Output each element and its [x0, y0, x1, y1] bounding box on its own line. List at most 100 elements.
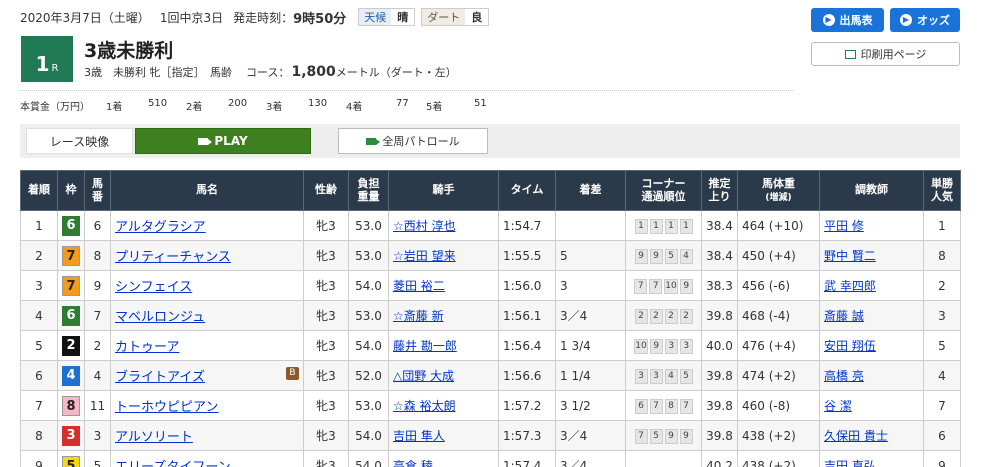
weight-cell: 53.0: [348, 210, 389, 241]
horse-link[interactable]: アルソリート: [115, 430, 193, 445]
start-label: 発走時刻：: [233, 10, 294, 25]
horse-number-cell: 5: [84, 450, 111, 467]
start-time: 9時50分: [293, 11, 347, 27]
body-weight: 468: [742, 308, 765, 323]
weight-cell: 53.0: [348, 390, 389, 421]
horse-number-cell: 2: [84, 330, 111, 361]
col-jockey: 騎手: [388, 170, 499, 211]
trainer-link[interactable]: 谷 潔: [824, 399, 852, 413]
race-date: 2020年3月7日（土曜）: [20, 10, 150, 25]
horse-link[interactable]: アルタグラシア: [115, 220, 206, 235]
corner-position: 3: [634, 369, 648, 384]
horse-link[interactable]: シンフェイス: [115, 280, 192, 295]
time-cell: 1:56.1: [498, 300, 556, 331]
time-cell: 1:57.4: [498, 450, 556, 467]
col-horse-name: 馬名: [110, 170, 304, 211]
jockey-link[interactable]: ☆斎藤 新: [393, 309, 444, 323]
print-button[interactable]: 印刷用ページ: [811, 42, 960, 66]
corner-position: 2: [679, 309, 693, 324]
corner-position: 1: [679, 219, 693, 234]
waku-badge: 2: [62, 335, 80, 356]
odds-button[interactable]: ▶ オッズ: [890, 8, 960, 32]
jockey-cell: 吉田 隼人: [388, 420, 499, 451]
sex-age-cell: 牝3: [303, 240, 349, 271]
body-weight-cell: 474 (+2): [737, 360, 820, 391]
body-weight-cell: 450 (+4): [737, 240, 820, 271]
horse-link[interactable]: ブライトアイズ: [115, 370, 205, 385]
corner-position: 2: [634, 309, 648, 324]
body-weight: 438: [742, 428, 765, 443]
printer-icon: [844, 49, 856, 59]
body-weight-cell: 464 (+10): [737, 210, 820, 241]
body-weight-cell: 438 (+2): [737, 420, 820, 451]
trainer-link[interactable]: 高橋 亮: [824, 369, 864, 383]
corner-position: 5: [679, 369, 693, 384]
trainer-link[interactable]: 斎藤 誠: [824, 309, 864, 323]
corner-position: 10: [664, 279, 678, 294]
table-row: 3 7 9 シンフェイス 牝3 54.0 菱田 裕二 1:56.0 3 7 7 10 9 38.3 456 …: [20, 270, 961, 301]
jockey-link[interactable]: ☆森 裕太朗: [393, 399, 456, 413]
prize-rank: 5着: [426, 102, 443, 113]
course-label: コース：: [246, 66, 290, 79]
prize-rank: 2着: [186, 102, 203, 113]
time-cell: 1:55.5: [498, 240, 556, 271]
weight-cell: 54.0: [348, 330, 389, 361]
horse-link[interactable]: カトゥーア: [115, 340, 179, 355]
waku-badge: 6: [62, 305, 80, 326]
body-weight: 450: [742, 248, 765, 263]
trainer-link[interactable]: 武 幸四郎: [824, 279, 876, 293]
jockey-link[interactable]: 吉田 隼人: [393, 429, 445, 443]
weather-box: 天候 晴: [358, 8, 416, 26]
jockey-link[interactable]: ☆西村 淳也: [393, 219, 456, 233]
play-button[interactable]: PLAY: [135, 128, 311, 154]
jockey-cell: ☆斎藤 新: [388, 300, 499, 331]
corner-positions: 7599: [634, 429, 693, 444]
video-camera-icon: [366, 137, 381, 145]
trainer-link[interactable]: 吉田 直弘: [824, 459, 876, 467]
body-weight-diff: (+2): [768, 458, 796, 467]
time-cell: 1:56.6: [498, 360, 556, 391]
horse-name-cell: シンフェイス: [110, 270, 304, 301]
horse-link[interactable]: プリティーチャンス: [115, 250, 231, 265]
margin-cell: [555, 210, 626, 241]
corner-position: 3: [679, 339, 693, 354]
corner-positions: 2222: [634, 309, 693, 324]
track-label: ダート: [422, 9, 466, 25]
table-row: 8 3 3 アルソリート 牝3 54.0 吉田 隼人 1:57.3 3／4 7 5 9 9 39.8 438…: [20, 420, 961, 451]
col-margin: 着差: [555, 170, 626, 211]
trainer-cell: 武 幸四郎: [819, 270, 924, 301]
margin-cell: 1 3/4: [555, 330, 626, 361]
race-suffix: R: [51, 63, 59, 74]
col-rank: 着順: [20, 170, 58, 211]
jockey-link[interactable]: △団野 大成: [393, 369, 454, 383]
horse-link[interactable]: トーホウピピアン: [115, 400, 218, 415]
jockey-link[interactable]: 高倉 稜: [393, 459, 433, 467]
trainer-link[interactable]: 平田 修: [824, 219, 864, 233]
trainer-cell: 平田 修: [819, 210, 924, 241]
corner-cell: [625, 450, 702, 467]
jockey-cell: △団野 大成: [388, 360, 499, 391]
corner-cell: 7599: [625, 420, 702, 451]
col-time: タイム: [498, 170, 556, 211]
col-weight: 負担 重量: [348, 170, 389, 211]
popularity-cell: 7: [923, 390, 961, 421]
jockey-link[interactable]: 菱田 裕二: [393, 279, 445, 293]
jockey-link[interactable]: ☆岩田 望来: [393, 249, 456, 263]
corner-position: 9: [649, 339, 663, 354]
shutuba-button[interactable]: ▶ 出馬表: [811, 8, 884, 32]
corner-positions: 7 7 10 9: [634, 279, 693, 294]
horse-link[interactable]: マベルロンジュ: [115, 310, 205, 325]
jockey-link[interactable]: 藤井 勘一郎: [393, 339, 457, 353]
last3f-cell: 38.4: [701, 210, 738, 241]
horse-link[interactable]: エリーズタイフーン: [115, 460, 231, 467]
patrol-button[interactable]: 全周パトロール: [338, 128, 488, 154]
trainer-link[interactable]: 安田 翔伍: [824, 339, 876, 353]
margin-cell: 3／4: [555, 300, 626, 331]
trainer-link[interactable]: 野中 賢二: [824, 249, 876, 263]
body-weight-diff: (+4): [768, 338, 796, 353]
corner-position: 5: [664, 249, 678, 264]
horse-number-cell: 3: [84, 420, 111, 451]
horse-number-cell: 9: [84, 270, 111, 301]
horse-name-cell: エリーズタイフーン: [110, 450, 304, 467]
trainer-link[interactable]: 久保田 貴士: [824, 429, 888, 443]
